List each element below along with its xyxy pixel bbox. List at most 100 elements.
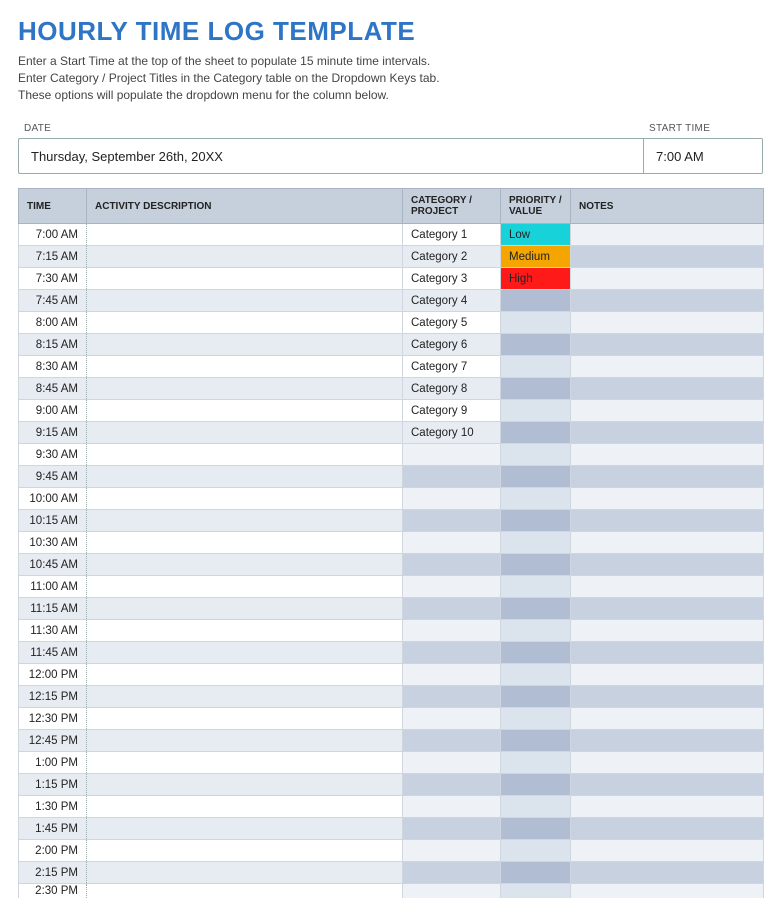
activity-cell[interactable] bbox=[87, 488, 403, 510]
notes-cell[interactable] bbox=[571, 620, 764, 642]
notes-cell[interactable] bbox=[571, 488, 764, 510]
activity-cell[interactable] bbox=[87, 862, 403, 884]
activity-cell[interactable] bbox=[87, 598, 403, 620]
notes-cell[interactable] bbox=[571, 334, 764, 356]
notes-cell[interactable] bbox=[571, 840, 764, 862]
notes-cell[interactable] bbox=[571, 686, 764, 708]
category-cell[interactable]: Category 10 bbox=[403, 422, 501, 444]
category-cell[interactable] bbox=[403, 818, 501, 840]
notes-cell[interactable] bbox=[571, 356, 764, 378]
priority-cell[interactable] bbox=[501, 290, 571, 312]
start-time-field[interactable]: 7:00 AM bbox=[643, 138, 763, 174]
notes-cell[interactable] bbox=[571, 752, 764, 774]
priority-cell[interactable]: Low bbox=[501, 224, 571, 246]
priority-cell[interactable] bbox=[501, 422, 571, 444]
priority-cell[interactable] bbox=[501, 708, 571, 730]
activity-cell[interactable] bbox=[87, 356, 403, 378]
category-cell[interactable] bbox=[403, 620, 501, 642]
notes-cell[interactable] bbox=[571, 224, 764, 246]
category-cell[interactable]: Category 8 bbox=[403, 378, 501, 400]
activity-cell[interactable] bbox=[87, 532, 403, 554]
activity-cell[interactable] bbox=[87, 884, 403, 898]
priority-cell[interactable] bbox=[501, 686, 571, 708]
activity-cell[interactable] bbox=[87, 422, 403, 444]
category-cell[interactable]: Category 7 bbox=[403, 356, 501, 378]
activity-cell[interactable] bbox=[87, 224, 403, 246]
activity-cell[interactable] bbox=[87, 312, 403, 334]
activity-cell[interactable] bbox=[87, 268, 403, 290]
category-cell[interactable] bbox=[403, 862, 501, 884]
notes-cell[interactable] bbox=[571, 510, 764, 532]
notes-cell[interactable] bbox=[571, 466, 764, 488]
activity-cell[interactable] bbox=[87, 686, 403, 708]
priority-cell[interactable] bbox=[501, 884, 571, 898]
priority-cell[interactable] bbox=[501, 400, 571, 422]
category-cell[interactable] bbox=[403, 466, 501, 488]
category-cell[interactable] bbox=[403, 642, 501, 664]
category-cell[interactable]: Category 5 bbox=[403, 312, 501, 334]
notes-cell[interactable] bbox=[571, 422, 764, 444]
category-cell[interactable] bbox=[403, 598, 501, 620]
priority-cell[interactable] bbox=[501, 576, 571, 598]
priority-cell[interactable] bbox=[501, 598, 571, 620]
notes-cell[interactable] bbox=[571, 532, 764, 554]
priority-cell[interactable] bbox=[501, 444, 571, 466]
notes-cell[interactable] bbox=[571, 312, 764, 334]
category-cell[interactable] bbox=[403, 884, 501, 898]
priority-cell[interactable] bbox=[501, 378, 571, 400]
category-cell[interactable] bbox=[403, 840, 501, 862]
priority-cell[interactable] bbox=[501, 840, 571, 862]
priority-cell[interactable] bbox=[501, 532, 571, 554]
activity-cell[interactable] bbox=[87, 818, 403, 840]
notes-cell[interactable] bbox=[571, 554, 764, 576]
category-cell[interactable] bbox=[403, 730, 501, 752]
priority-cell[interactable] bbox=[501, 510, 571, 532]
category-cell[interactable] bbox=[403, 774, 501, 796]
activity-cell[interactable] bbox=[87, 840, 403, 862]
notes-cell[interactable] bbox=[571, 444, 764, 466]
category-cell[interactable]: Category 6 bbox=[403, 334, 501, 356]
category-cell[interactable]: Category 1 bbox=[403, 224, 501, 246]
priority-cell[interactable] bbox=[501, 334, 571, 356]
priority-cell[interactable] bbox=[501, 466, 571, 488]
notes-cell[interactable] bbox=[571, 884, 764, 898]
notes-cell[interactable] bbox=[571, 576, 764, 598]
notes-cell[interactable] bbox=[571, 378, 764, 400]
category-cell[interactable] bbox=[403, 488, 501, 510]
notes-cell[interactable] bbox=[571, 664, 764, 686]
notes-cell[interactable] bbox=[571, 818, 764, 840]
notes-cell[interactable] bbox=[571, 708, 764, 730]
activity-cell[interactable] bbox=[87, 752, 403, 774]
category-cell[interactable] bbox=[403, 664, 501, 686]
notes-cell[interactable] bbox=[571, 400, 764, 422]
notes-cell[interactable] bbox=[571, 290, 764, 312]
priority-cell[interactable] bbox=[501, 642, 571, 664]
activity-cell[interactable] bbox=[87, 444, 403, 466]
priority-cell[interactable] bbox=[501, 554, 571, 576]
category-cell[interactable] bbox=[403, 686, 501, 708]
activity-cell[interactable] bbox=[87, 796, 403, 818]
priority-cell[interactable]: High bbox=[501, 268, 571, 290]
priority-cell[interactable] bbox=[501, 730, 571, 752]
category-cell[interactable] bbox=[403, 510, 501, 532]
activity-cell[interactable] bbox=[87, 708, 403, 730]
category-cell[interactable]: Category 4 bbox=[403, 290, 501, 312]
category-cell[interactable] bbox=[403, 444, 501, 466]
priority-cell[interactable] bbox=[501, 664, 571, 686]
category-cell[interactable] bbox=[403, 752, 501, 774]
category-cell[interactable] bbox=[403, 532, 501, 554]
notes-cell[interactable] bbox=[571, 598, 764, 620]
category-cell[interactable] bbox=[403, 708, 501, 730]
activity-cell[interactable] bbox=[87, 510, 403, 532]
activity-cell[interactable] bbox=[87, 576, 403, 598]
priority-cell[interactable] bbox=[501, 620, 571, 642]
activity-cell[interactable] bbox=[87, 730, 403, 752]
category-cell[interactable]: Category 2 bbox=[403, 246, 501, 268]
activity-cell[interactable] bbox=[87, 620, 403, 642]
priority-cell[interactable] bbox=[501, 356, 571, 378]
category-cell[interactable] bbox=[403, 554, 501, 576]
activity-cell[interactable] bbox=[87, 664, 403, 686]
priority-cell[interactable] bbox=[501, 818, 571, 840]
priority-cell[interactable] bbox=[501, 862, 571, 884]
activity-cell[interactable] bbox=[87, 642, 403, 664]
